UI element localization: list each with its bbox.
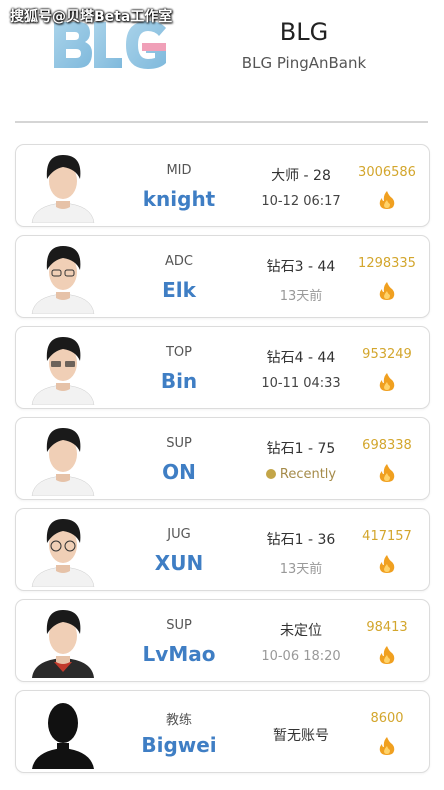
- player-name[interactable]: knight: [119, 187, 239, 211]
- player-name[interactable]: XUN: [119, 551, 239, 575]
- player-avatar: [31, 519, 95, 587]
- flame-icon: [379, 555, 395, 573]
- player-role: TOP: [165, 345, 192, 360]
- last-played-status: Recently: [244, 467, 358, 482]
- player-score: 98413: [366, 620, 408, 635]
- blg-logo: [54, 21, 166, 69]
- player-name[interactable]: LvMao: [119, 642, 239, 666]
- last-played-time: 10-11 04:33: [261, 376, 341, 391]
- player-role: 教练: [165, 713, 192, 728]
- flame-icon: [379, 191, 395, 209]
- player-rank: 钻石1 - 75: [266, 441, 336, 457]
- last-played-time: Recently: [279, 467, 337, 482]
- silhouette-avatar-icon: [32, 703, 94, 769]
- watermark: 搜狐号@贝塔Beta工作室: [10, 9, 173, 25]
- player-name[interactable]: Bin: [119, 369, 239, 393]
- player-role: ADC: [165, 254, 193, 269]
- player-avatar: [31, 155, 95, 223]
- app-page: 搜狐号@贝塔Beta工作室 BLG BLG PingAnBank MID kni…: [0, 0, 444, 790]
- player-name[interactable]: ON: [119, 460, 239, 484]
- player-card[interactable]: JUG XUN 钻石1 - 36 13天前 417157: [15, 508, 430, 591]
- last-played-time: 10-06 18:20: [261, 649, 341, 664]
- flame-icon: [379, 737, 395, 755]
- player-list: MID knight 大师 - 28 10-12 06:17 3006586 A…: [15, 144, 430, 781]
- team-sponsor-name: BLG PingAnBank: [241, 54, 367, 72]
- last-played-time: 10-12 06:17: [261, 194, 341, 209]
- last-played-time: 13天前: [279, 289, 323, 304]
- player-avatar: [31, 337, 95, 405]
- player-role: JUG: [167, 527, 191, 542]
- player-card[interactable]: SUP ON 钻石1 - 75 Recently 698338: [15, 417, 430, 500]
- player-card[interactable]: TOP Bin 钻石4 - 44 10-11 04:33 953249: [15, 326, 430, 409]
- player-rank: 未定位: [280, 623, 322, 639]
- player-card[interactable]: SUP LvMao 未定位 10-06 18:20 98413: [15, 599, 430, 682]
- player-card[interactable]: ADC Elk 钻石3 - 44 13天前 1298335: [15, 235, 430, 318]
- header-divider: [15, 121, 428, 123]
- player-name[interactable]: Bigwei: [119, 733, 239, 757]
- player-avatar: [32, 610, 94, 678]
- player-role: MID: [166, 163, 192, 178]
- player-score: 698338: [362, 438, 412, 453]
- player-score: 3006586: [358, 165, 416, 180]
- player-score: 953249: [362, 347, 412, 362]
- status-dot-icon: [265, 469, 276, 479]
- flame-icon: [379, 646, 395, 664]
- player-rank: 大师 - 28: [271, 168, 331, 184]
- player-rank: 钻石4 - 44: [266, 350, 336, 366]
- player-card[interactable]: MID knight 大师 - 28 10-12 06:17 3006586: [15, 144, 430, 227]
- player-avatar: [31, 428, 95, 496]
- player-avatar: [31, 246, 95, 314]
- player-rank: 暂无账号: [273, 728, 329, 744]
- player-score: 1298335: [358, 256, 416, 271]
- player-score: 8600: [370, 711, 404, 726]
- player-role: SUP: [166, 618, 192, 633]
- player-name[interactable]: Elk: [119, 278, 239, 302]
- player-score: 417157: [362, 529, 412, 544]
- flame-icon: [379, 282, 395, 300]
- player-card[interactable]: 教练 Bigwei 暂无账号 8600: [15, 690, 430, 773]
- player-rank: 钻石3 - 44: [266, 259, 336, 275]
- team-name: BLG: [279, 18, 329, 46]
- player-rank: 钻石1 - 36: [266, 532, 336, 548]
- flame-icon: [379, 373, 395, 391]
- flame-icon: [379, 464, 395, 482]
- player-role: SUP: [166, 436, 192, 451]
- last-played-time: 13天前: [279, 562, 323, 577]
